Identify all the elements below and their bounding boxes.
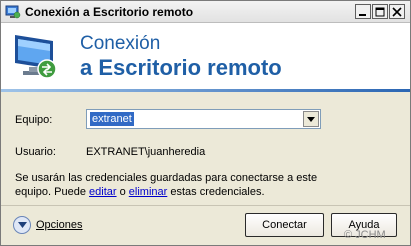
expand-chevron-icon[interactable] bbox=[13, 216, 31, 234]
title-bar[interactable]: Conexión a Escritorio remoto bbox=[1, 1, 410, 23]
footer-divider bbox=[1, 205, 410, 206]
computer-dropdown-button[interactable] bbox=[303, 111, 319, 127]
close-icon bbox=[392, 6, 402, 17]
remote-desktop-app-icon bbox=[5, 5, 21, 19]
computer-combobox[interactable]: extranet bbox=[86, 109, 321, 129]
saved-credentials-notice: Se usarán las credenciales guardadas par… bbox=[15, 171, 335, 199]
credentials-text-part2: o bbox=[116, 186, 129, 198]
options-label[interactable]: Opciones bbox=[36, 219, 82, 231]
delete-credentials-link[interactable]: eliminar bbox=[129, 186, 168, 198]
computer-label: Equipo: bbox=[15, 114, 53, 126]
user-label: Usuario: bbox=[15, 146, 56, 158]
window-title: Conexión a Escritorio remoto bbox=[25, 5, 194, 19]
remote-desktop-window: Conexión a Escritorio remoto Conexión a … bbox=[0, 0, 411, 246]
credentials-text-part3: estas credenciales. bbox=[167, 186, 265, 198]
maximize-icon bbox=[375, 7, 385, 16]
connect-button[interactable]: Conectar bbox=[245, 213, 324, 237]
minimize-button[interactable] bbox=[355, 4, 371, 19]
edit-credentials-link[interactable]: editar bbox=[89, 186, 117, 198]
banner-accent-stripe bbox=[1, 89, 410, 92]
banner-title-line1: Conexión bbox=[80, 33, 161, 54]
maximize-button[interactable] bbox=[372, 4, 388, 19]
chevron-down-icon bbox=[307, 116, 315, 122]
watermark: © JCHM bbox=[344, 229, 386, 241]
header-banner: Conexión a Escritorio remoto bbox=[1, 23, 410, 91]
options-toggle[interactable]: Opciones bbox=[13, 215, 82, 235]
computer-value[interactable]: extranet bbox=[90, 112, 134, 126]
minimize-icon bbox=[359, 13, 366, 16]
user-value: EXTRANET\juanheredia bbox=[86, 146, 206, 158]
close-button[interactable] bbox=[389, 4, 405, 19]
banner-title-line2: a Escritorio remoto bbox=[80, 55, 282, 80]
remote-desktop-computer-icon bbox=[13, 31, 63, 83]
